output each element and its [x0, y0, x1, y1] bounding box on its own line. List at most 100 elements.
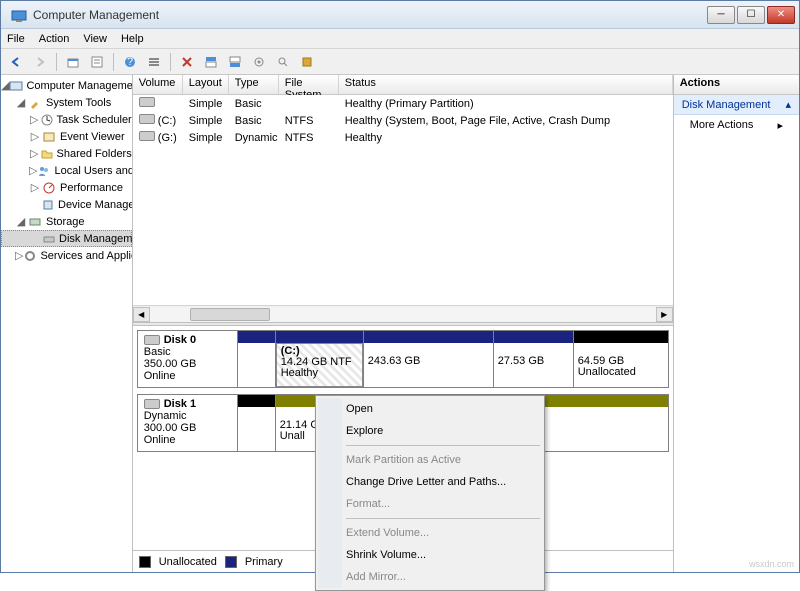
partition[interactable]: 64.59 GBUnallocated	[574, 331, 668, 387]
minimize-button[interactable]: ─	[707, 6, 735, 24]
volume-icon	[139, 114, 155, 124]
refresh-button[interactable]	[296, 51, 318, 73]
disk-row[interactable]: Disk 0 Basic 350.00 GB Online (C:)14.24 …	[137, 330, 669, 388]
users-icon	[37, 163, 51, 179]
forward-button[interactable]	[29, 51, 51, 73]
list-row[interactable]: Simple Basic Healthy (Primary Partition)	[133, 95, 673, 112]
title-bar[interactable]: Computer Management ─ ☐ ✕	[1, 1, 799, 29]
separator	[56, 53, 57, 71]
tree-disk-management[interactable]: Disk Management	[1, 230, 132, 247]
disk-info[interactable]: Disk 0 Basic 350.00 GB Online	[138, 331, 238, 387]
maximize-button[interactable]: ☐	[737, 6, 765, 24]
col-fs[interactable]: File System	[279, 75, 339, 94]
menu-file[interactable]: File	[7, 33, 25, 45]
help-button[interactable]: ?	[119, 51, 141, 73]
separator	[170, 53, 171, 71]
volume-icon	[139, 97, 155, 107]
disk-info[interactable]: Disk 1 Dynamic 300.00 GB Online	[138, 395, 238, 451]
computer-icon	[9, 78, 23, 94]
ctx-shrink[interactable]: Shrink Volume...	[318, 544, 542, 566]
scroll-track[interactable]	[150, 307, 656, 322]
perf-icon	[41, 180, 57, 196]
ctx-extend: Extend Volume...	[318, 522, 542, 544]
col-layout[interactable]: Layout	[183, 75, 229, 94]
watermark: wsxdn.com	[749, 559, 794, 569]
tree-services[interactable]: ▷Services and Applications	[1, 247, 132, 264]
scroll-thumb[interactable]	[190, 308, 270, 321]
menu-bar: File Action View Help	[1, 29, 799, 49]
legend-swatch-unallocated	[139, 556, 151, 568]
volume-icon	[139, 131, 155, 141]
disk-icon	[144, 399, 160, 409]
scroll-right-icon[interactable]: ▶	[656, 307, 673, 322]
tools-icon	[27, 95, 43, 111]
menu-separator	[346, 518, 540, 519]
toolbar: ?	[1, 49, 799, 75]
tree-shared-folders[interactable]: ▷Shared Folders	[1, 145, 132, 162]
scroll-left-icon[interactable]: ◀	[133, 307, 150, 322]
partition[interactable]	[238, 395, 276, 451]
tree-root[interactable]: ◢Computer Management (Local	[1, 77, 132, 94]
list-row[interactable]: (C:) Simple Basic NTFS Healthy (System, …	[133, 112, 673, 129]
submenu-icon: ▸	[777, 119, 783, 132]
view-top-button[interactable]	[200, 51, 222, 73]
list-button[interactable]	[143, 51, 165, 73]
partition[interactable]: 27.53 GB	[494, 331, 574, 387]
menu-separator	[346, 445, 540, 446]
ctx-change-letter[interactable]: Change Drive Letter and Paths...	[318, 471, 542, 493]
actions-section[interactable]: Disk Management ▴	[674, 95, 799, 115]
partition[interactable]	[238, 331, 276, 387]
close-button[interactable]: ✕	[767, 6, 795, 24]
separator	[113, 53, 114, 71]
window-title: Computer Management	[33, 8, 707, 22]
app-icon	[11, 7, 27, 23]
tree-task-scheduler[interactable]: ▷Task Scheduler	[1, 111, 132, 128]
actions-more[interactable]: More Actions ▸	[674, 115, 799, 136]
properties-button[interactable]	[86, 51, 108, 73]
partition-bar	[238, 395, 275, 407]
col-type[interactable]: Type	[229, 75, 279, 94]
ctx-explore[interactable]: Explore	[318, 420, 542, 442]
settings-button[interactable]	[248, 51, 270, 73]
partition-bar	[494, 331, 573, 343]
nav-tree[interactable]: ◢Computer Management (Local ◢System Tool…	[1, 75, 133, 572]
menu-action[interactable]: Action	[39, 33, 70, 45]
ctx-mark-active: Mark Partition as Active	[318, 449, 542, 471]
col-volume[interactable]: Volume	[133, 75, 183, 94]
disk-icon	[42, 231, 56, 247]
context-menu[interactable]: Open Explore Mark Partition as Active Ch…	[315, 395, 545, 591]
collapse-icon[interactable]: ▴	[785, 98, 791, 111]
partition[interactable]: 243.63 GB	[364, 331, 494, 387]
volume-list[interactable]: Simple Basic Healthy (Primary Partition)…	[133, 95, 673, 305]
delete-button[interactable]	[176, 51, 198, 73]
tree-performance[interactable]: ▷Performance	[1, 179, 132, 196]
up-button[interactable]	[62, 51, 84, 73]
legend-label: Unallocated	[159, 556, 217, 568]
find-button[interactable]	[272, 51, 294, 73]
view-bottom-button[interactable]	[224, 51, 246, 73]
menu-help[interactable]: Help	[121, 33, 144, 45]
legend-swatch-primary	[225, 556, 237, 568]
tree-storage[interactable]: ◢Storage	[1, 213, 132, 230]
svg-text:?: ?	[127, 56, 133, 68]
tree-local-users[interactable]: ▷Local Users and Groups	[1, 162, 132, 179]
disk-icon	[144, 335, 160, 345]
tree-event-viewer[interactable]: ▷Event Viewer	[1, 128, 132, 145]
actions-pane: Actions Disk Management ▴ More Actions ▸	[674, 75, 799, 572]
actions-header: Actions	[674, 75, 799, 95]
legend-label: Primary	[245, 556, 283, 568]
list-row[interactable]: (G:) Simple Dynamic NTFS Healthy	[133, 129, 673, 146]
folder-icon	[40, 146, 54, 162]
menu-view[interactable]: View	[83, 33, 107, 45]
partition-bar	[574, 331, 668, 343]
back-button[interactable]	[5, 51, 27, 73]
partition-selected[interactable]: (C:)14.24 GB NTFHealthy	[276, 331, 364, 387]
h-scrollbar[interactable]: ◀ ▶	[133, 305, 673, 322]
device-icon	[41, 197, 55, 213]
ctx-open[interactable]: Open	[318, 398, 542, 420]
tree-device-manager[interactable]: Device Manager	[1, 196, 132, 213]
event-icon	[41, 129, 57, 145]
partition-bar	[364, 331, 493, 343]
col-status[interactable]: Status	[339, 75, 673, 94]
tree-system-tools[interactable]: ◢System Tools	[1, 94, 132, 111]
